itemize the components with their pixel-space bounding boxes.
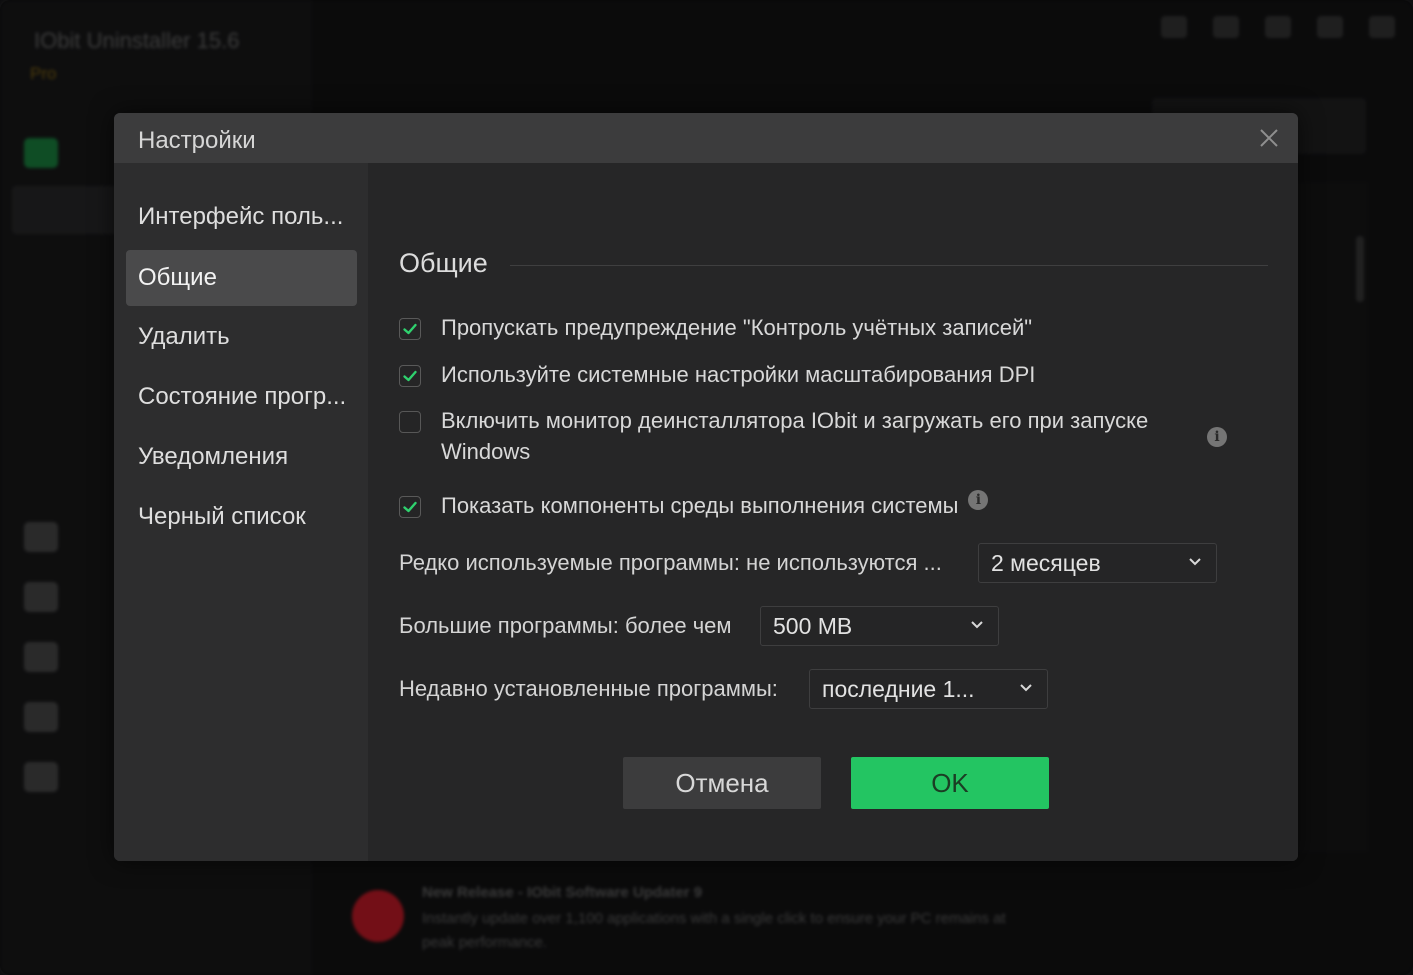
section-divider — [510, 265, 1268, 266]
info-icon[interactable]: i — [968, 490, 989, 510]
nav-item-program-status[interactable]: Состояние прогр... — [126, 369, 357, 425]
nav-item-blacklist[interactable]: Черный список — [126, 489, 357, 545]
chevron-down-icon — [971, 621, 983, 629]
select-value: последние 1... — [822, 675, 975, 702]
close-icon — [1260, 129, 1278, 147]
chevron-down-icon — [1020, 684, 1032, 692]
nav-item-uninstall[interactable]: Удалить — [126, 309, 357, 365]
option-label: Используйте системные настройки масштаби… — [441, 362, 1036, 387]
settings-nav: Интерфейс поль... Общие Удалить Состояни… — [114, 163, 368, 861]
chevron-down-icon — [1189, 558, 1201, 566]
checkmark-icon — [403, 323, 417, 335]
checkmark-icon — [403, 501, 417, 513]
checkbox-system-dpi[interactable] — [399, 365, 421, 387]
select-value: 2 месяцев — [991, 549, 1101, 576]
dialog-titlebar: Настройки — [114, 113, 1298, 163]
option-label: Пропускать предупреждение "Контроль учёт… — [441, 315, 1033, 340]
rarely-used-select[interactable]: 2 месяцев — [978, 543, 1217, 583]
dialog-title: Настройки — [138, 127, 256, 154]
select-value: 500 MB — [773, 612, 853, 639]
option-system-dpi[interactable]: Используйте системные настройки масштаби… — [399, 362, 1219, 390]
ok-button[interactable]: OK — [851, 757, 1049, 809]
info-icon[interactable]: i — [1207, 427, 1227, 447]
option-uninstall-monitor[interactable]: Включить монитор деинсталлятора IObit и … — [399, 408, 1179, 467]
nav-item-general[interactable]: Общие — [126, 250, 357, 306]
settings-dialog: Настройки Интерфейс поль... Общие Удалит… — [114, 113, 1298, 861]
recently-installed-select[interactable]: последние 1... — [809, 669, 1048, 709]
option-runtime-components[interactable]: Показать компоненты среды выполнения сис… — [399, 490, 989, 521]
rarely-used-label: Редко используемые программы: не использ… — [399, 550, 942, 575]
cancel-button[interactable]: Отмена — [623, 757, 821, 809]
recently-installed-label: Недавно установленные программы: — [399, 676, 778, 701]
option-label: Включить монитор деинсталлятора IObit и … — [441, 408, 1149, 464]
section-title: Общие — [399, 248, 488, 278]
checkbox-runtime-components[interactable] — [399, 496, 421, 518]
large-programs-select[interactable]: 500 MB — [760, 606, 999, 646]
checkbox-uninstall-monitor[interactable] — [399, 411, 421, 433]
option-skip-uac[interactable]: Пропускать предупреждение "Контроль учёт… — [399, 315, 1219, 343]
option-label: Показать компоненты среды выполнения сис… — [441, 493, 959, 518]
close-button[interactable] — [1254, 123, 1284, 153]
large-programs-label: Большие программы: более чем — [399, 613, 732, 638]
checkbox-skip-uac[interactable] — [399, 318, 421, 340]
checkmark-icon — [403, 370, 417, 382]
nav-item-interface[interactable]: Интерфейс поль... — [126, 189, 357, 245]
nav-item-notifications[interactable]: Уведомления — [126, 429, 357, 485]
settings-content: Общие Пропускать предупреждение "Контрол… — [368, 163, 1298, 861]
